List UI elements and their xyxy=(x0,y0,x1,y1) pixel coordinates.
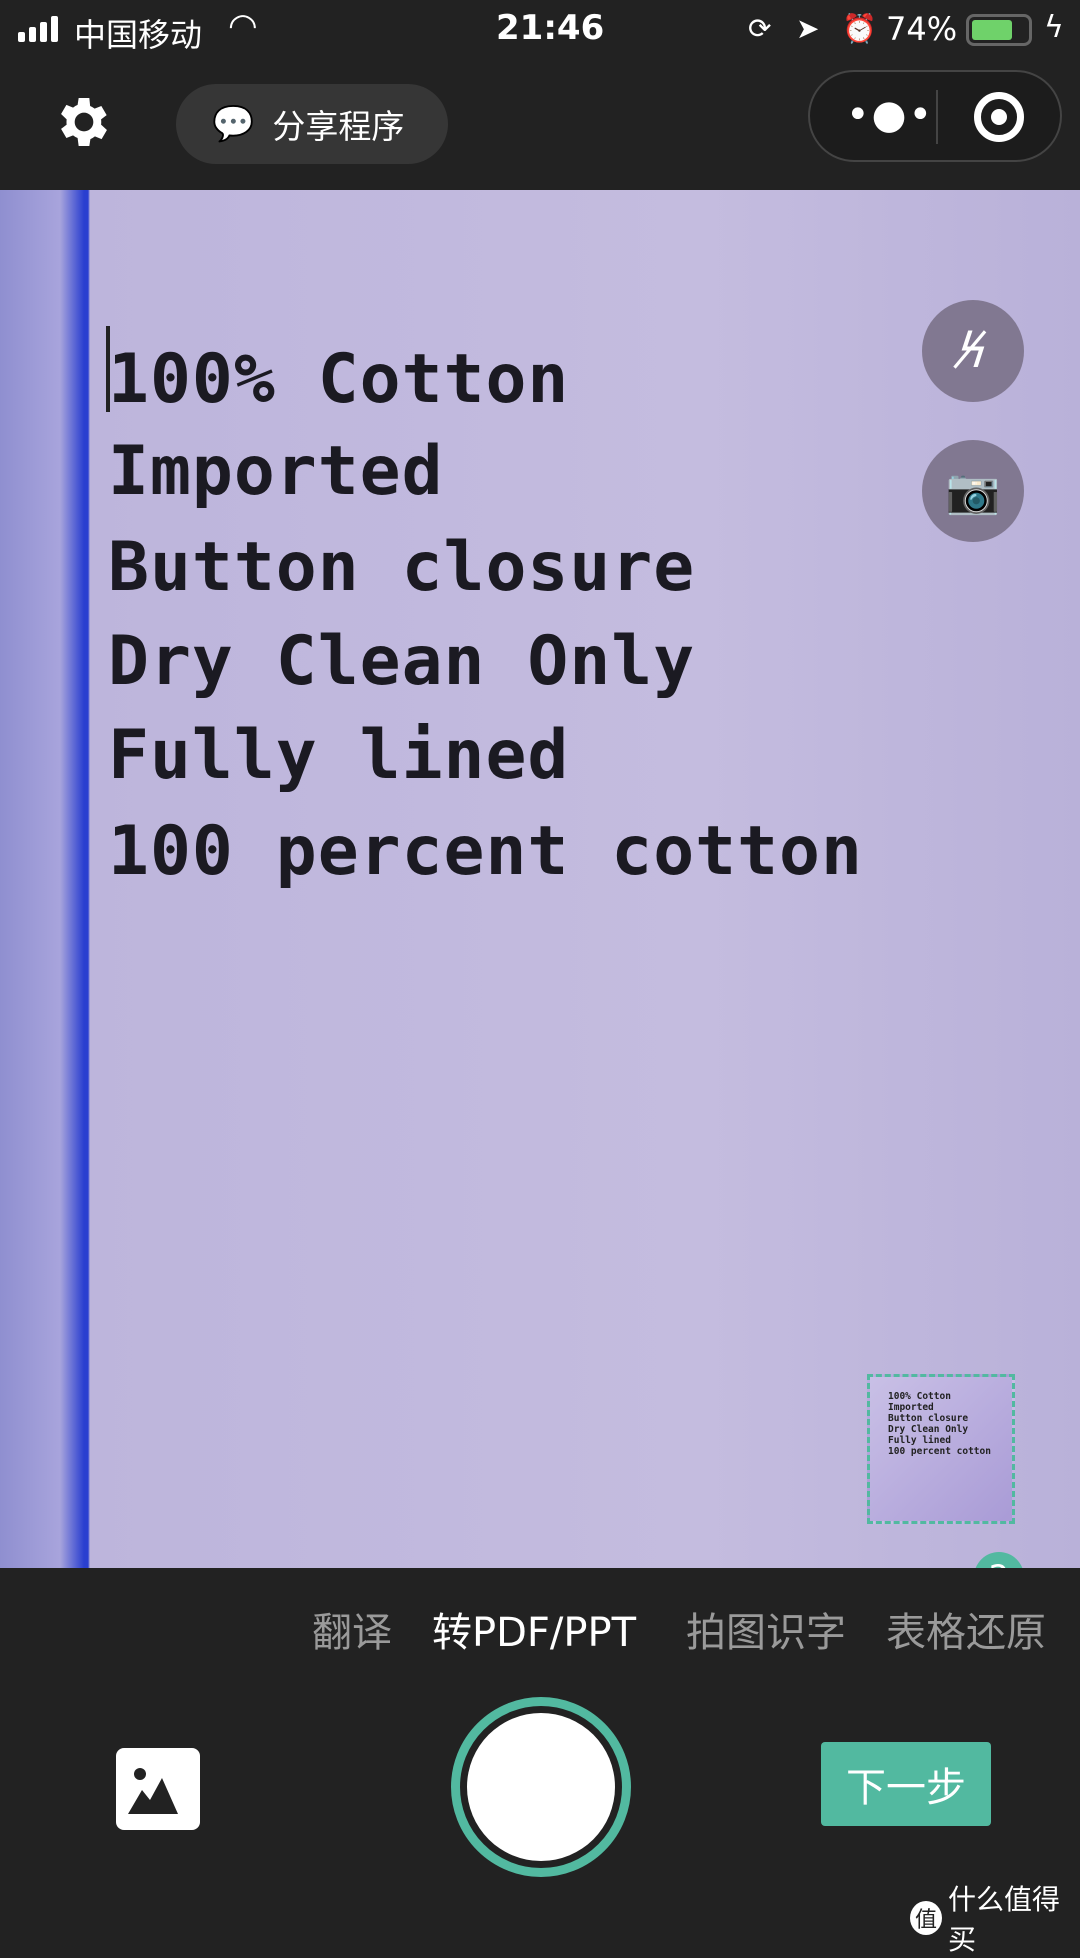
thumb-line: Imported xyxy=(888,1402,934,1413)
more-icon[interactable]: •●• xyxy=(846,95,934,135)
document-line: 100% Cotton xyxy=(108,340,570,419)
thumb-line: Fully lined xyxy=(888,1435,951,1446)
divider xyxy=(936,90,938,144)
thumb-line: 100% Cotton xyxy=(888,1391,951,1402)
thumb-line: 100 percent cotton xyxy=(888,1446,991,1457)
shutter-button[interactable] xyxy=(451,1697,631,1877)
watermark-logo-icon: 值 xyxy=(910,1901,943,1935)
share-label: 分享程序 xyxy=(272,107,405,146)
battery-percent: 74% xyxy=(886,10,958,48)
rotation-lock-icon: ⟳ xyxy=(748,12,772,45)
capsule-menu: •●• xyxy=(808,70,1062,162)
captured-thumbnail[interactable]: 100% Cotton Imported Button closure Dry … xyxy=(867,1374,1015,1524)
clock: 21:46 xyxy=(496,8,605,48)
close-miniprogram-icon[interactable] xyxy=(974,92,1024,142)
mode-tab-ocr[interactable]: 拍图识字 xyxy=(686,1600,846,1658)
status-bar: 中国移动 ◠ 21:46 ⟳ ➤ ⏰ 74% ϟ xyxy=(0,0,1080,62)
wechat-icon: 💬 xyxy=(212,104,255,144)
location-icon: ➤ xyxy=(796,12,820,45)
thumb-line: Dry Clean Only xyxy=(888,1424,969,1435)
gallery-button[interactable] xyxy=(116,1748,200,1830)
gear-icon[interactable] xyxy=(52,90,116,154)
switch-camera-button[interactable]: 📷 xyxy=(922,440,1024,542)
document-line: 100 percent cotton xyxy=(108,812,863,891)
share-button[interactable]: 💬 分享程序 xyxy=(176,84,448,164)
camera-preview[interactable]: 100% Cotton Imported Button closure Dry … xyxy=(0,190,1080,1568)
wifi-icon: ◠ xyxy=(228,6,258,46)
carrier: 中国移动 xyxy=(74,16,203,54)
document-line: Dry Clean Only xyxy=(108,622,696,701)
battery-icon xyxy=(966,14,1032,46)
mode-tab-pdf-ppt[interactable]: 转PDF/PPT xyxy=(432,1600,636,1658)
nav-bar: 💬 分享程序 •●• xyxy=(0,62,1080,190)
document-line: Button closure xyxy=(108,528,696,607)
thumb-line: Button closure xyxy=(888,1413,969,1424)
flash-off-icon: ϟ̸ xyxy=(957,323,989,379)
document-line: Fully lined xyxy=(108,716,570,795)
document-line: Imported xyxy=(108,432,444,511)
mode-tab-translate[interactable]: 翻译 xyxy=(312,1600,392,1658)
flash-off-button[interactable]: ϟ̸ xyxy=(922,300,1024,402)
count-badge: 2 xyxy=(974,1552,1024,1568)
image-icon xyxy=(128,1768,178,1814)
mode-tab-table[interactable]: 表格还原 xyxy=(886,1600,1046,1658)
camera-switch-icon: 📷 xyxy=(945,466,1001,517)
watermark-text: 什么值得买 xyxy=(948,1883,1061,1956)
next-button[interactable]: 下一步 xyxy=(821,1742,991,1826)
alarm-icon: ⏰ xyxy=(842,12,877,45)
signal-icon xyxy=(18,16,58,42)
watermark: 值 什么值得买 xyxy=(910,1878,1080,1958)
charging-icon: ϟ xyxy=(1044,10,1064,45)
